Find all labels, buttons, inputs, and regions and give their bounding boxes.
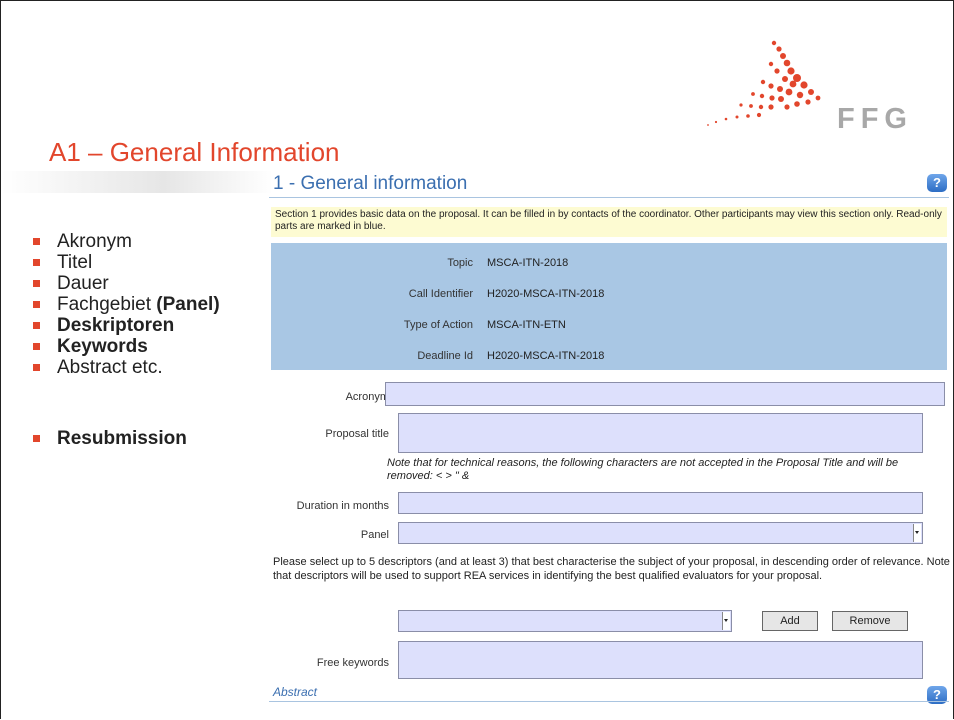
call-identifier-row: Call Identifier H2020-MSCA-ITN-2018 bbox=[271, 284, 947, 304]
bullet-spacer bbox=[31, 399, 220, 420]
bullet-item: Keywords bbox=[31, 336, 220, 357]
add-descriptor-button[interactable]: Add bbox=[762, 611, 818, 631]
type-of-action-row: Type of Action MSCA-ITN-ETN bbox=[271, 315, 947, 335]
bullet-spacer bbox=[31, 378, 220, 399]
bullet-item: Dauer bbox=[31, 273, 220, 294]
logo-text: FFG bbox=[837, 103, 913, 135]
topic-label: Topic bbox=[447, 257, 473, 269]
deadline-id-label: Deadline Id bbox=[417, 350, 473, 362]
descriptor-select[interactable] bbox=[398, 610, 732, 632]
descriptors-note: Please select up to 5 descriptors (and a… bbox=[273, 556, 950, 582]
bullet-item: Akronym bbox=[31, 231, 220, 252]
bullet-text: Titel bbox=[57, 252, 93, 273]
bullet-text: Fachgebiet bbox=[57, 294, 157, 315]
topic-value: MSCA-ITN-2018 bbox=[487, 257, 569, 269]
title-underline bbox=[1, 171, 273, 193]
bullet-item: Deskriptoren bbox=[31, 315, 220, 336]
free-keywords-field[interactable] bbox=[398, 641, 923, 679]
abstract-divider bbox=[269, 701, 949, 702]
intro-note: Section 1 provides basic data on the pro… bbox=[271, 207, 947, 237]
section-title: 1 - General information bbox=[273, 173, 468, 194]
topic-row: Topic MSCA-ITN-2018 bbox=[271, 253, 947, 273]
duration-field[interactable] bbox=[398, 492, 923, 514]
bullet-text-bold: (Panel) bbox=[156, 294, 220, 315]
help-icon[interactable]: ? bbox=[927, 174, 947, 192]
acronym-label: Acronym bbox=[345, 391, 389, 403]
call-identifier-value: H2020-MSCA-ITN-2018 bbox=[487, 288, 605, 300]
type-of-action-label: Type of Action bbox=[403, 319, 473, 331]
call-identifier-label: Call Identifier bbox=[408, 288, 473, 300]
slide-title: A1 – General Information bbox=[49, 137, 340, 167]
bullet-text: Resubmission bbox=[57, 428, 187, 449]
duration-label: Duration in months bbox=[296, 500, 389, 512]
panel-select[interactable] bbox=[398, 522, 923, 544]
chevron-down-icon[interactable] bbox=[913, 524, 921, 542]
free-keywords-label: Free keywords bbox=[316, 657, 389, 669]
acronym-field[interactable] bbox=[385, 382, 945, 406]
deadline-id-row: Deadline Id H2020-MSCA-ITN-2018 bbox=[271, 346, 947, 366]
bullet-list: Akronym Titel Dauer Fachgebiet (Panel) D… bbox=[31, 231, 220, 449]
general-information-form: 1 - General information ? Section 1 prov… bbox=[269, 167, 953, 719]
bullet-text: Abstract etc. bbox=[57, 357, 163, 378]
readonly-panel: Topic MSCA-ITN-2018 Call Identifier H202… bbox=[271, 243, 947, 370]
bullet-item: Fachgebiet (Panel) bbox=[31, 294, 220, 315]
slide: FFG A1 – General Information Akronym Tit… bbox=[0, 0, 954, 719]
deadline-id-value: H2020-MSCA-ITN-2018 bbox=[487, 350, 605, 362]
panel-label: Panel bbox=[360, 529, 389, 541]
section-header: 1 - General information ? bbox=[269, 167, 949, 198]
bullet-text: Deskriptoren bbox=[57, 315, 175, 336]
bullet-text: Akronym bbox=[57, 231, 132, 252]
abstract-heading: Abstract bbox=[273, 685, 318, 699]
type-of-action-value: MSCA-ITN-ETN bbox=[487, 319, 566, 331]
bullet-item: Resubmission bbox=[31, 428, 220, 449]
bullet-item: Titel bbox=[31, 252, 220, 273]
bullet-text: Dauer bbox=[57, 273, 109, 294]
proposal-title-field[interactable] bbox=[398, 413, 923, 453]
bullet-item: Abstract etc. bbox=[31, 357, 220, 378]
chevron-down-icon[interactable] bbox=[722, 612, 730, 630]
bullet-text: Keywords bbox=[57, 336, 148, 357]
title-note: Note that for technical reasons, the fol… bbox=[387, 457, 899, 482]
proposal-title-label: Proposal title bbox=[325, 428, 389, 440]
remove-descriptor-button[interactable]: Remove bbox=[832, 611, 908, 631]
